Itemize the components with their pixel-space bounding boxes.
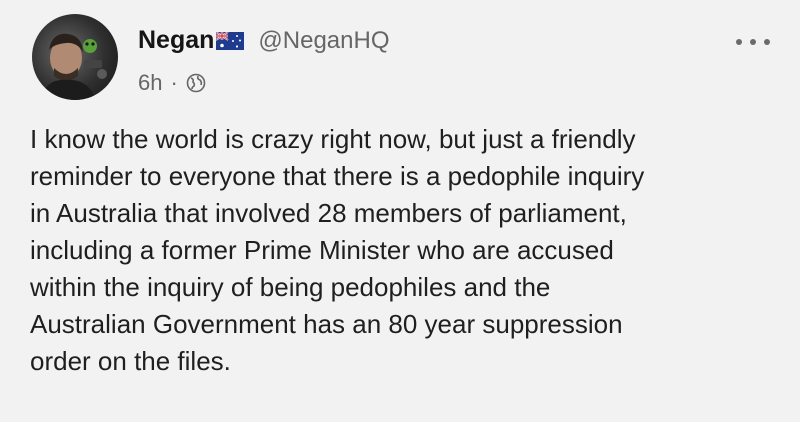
- display-name[interactable]: Negan: [138, 26, 214, 55]
- post-body-line: order on the files.: [30, 346, 231, 376]
- post-card: Negan @NeganHQ 6h · I know the world is …: [0, 0, 800, 422]
- user-handle[interactable]: @NeganHQ: [258, 27, 389, 55]
- australian-flag-icon: [216, 31, 245, 50]
- post-meta: 6h ·: [138, 70, 206, 96]
- dot-icon: [764, 39, 770, 45]
- post-body-line: in Australia that involved 28 members of…: [30, 198, 627, 228]
- post-body-line: reminder to everyone that there is a ped…: [30, 161, 645, 191]
- avatar-image: [40, 33, 107, 100]
- post-body-line: I know the world is crazy right now, but…: [30, 124, 636, 154]
- post-body-line: Australian Government has an 80 year sup…: [30, 309, 623, 339]
- post-timestamp[interactable]: 6h: [138, 70, 162, 96]
- globe-icon: [186, 73, 206, 93]
- post-header: Negan @NeganHQ: [138, 26, 390, 55]
- dot-icon: [750, 39, 756, 45]
- post-body-line: including a former Prime Minister who ar…: [30, 235, 614, 265]
- dot-icon: [736, 39, 742, 45]
- more-options-icon[interactable]: [736, 36, 770, 48]
- post-body-line: within the inquiry of being pedophiles a…: [30, 272, 551, 302]
- meta-separator: ·: [170, 70, 178, 95]
- post-body: I know the world is crazy right now, but…: [30, 121, 770, 380]
- avatar[interactable]: [32, 14, 118, 100]
